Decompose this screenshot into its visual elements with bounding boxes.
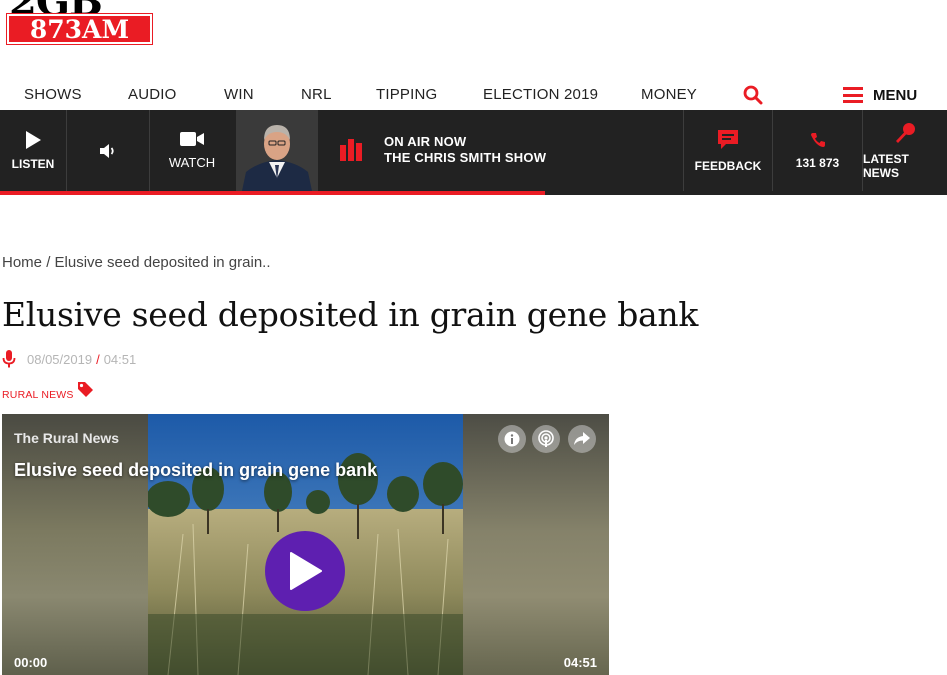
- watch-label: WATCH: [168, 155, 216, 170]
- meta-separator: /: [96, 351, 100, 367]
- nav-item-audio[interactable]: AUDIO: [128, 86, 177, 103]
- nav-item-win[interactable]: WIN: [224, 86, 254, 103]
- video-blur-left: [2, 414, 148, 675]
- feedback-button[interactable]: FEEDBACK: [684, 110, 772, 191]
- on-air-label: ON AIR NOW: [384, 134, 467, 149]
- site-logo[interactable]: 2GB 873AM: [6, 0, 153, 46]
- microphone-icon: [896, 122, 915, 143]
- listen-button[interactable]: LISTEN: [0, 110, 66, 191]
- microphone-icon: [2, 350, 16, 368]
- listen-progress-bar: [0, 191, 545, 195]
- logo-top-text: 2GB: [9, 0, 103, 14]
- latest-news-label: LATEST NEWS: [863, 151, 909, 180]
- live-player-bar: LISTEN WATCH ON AIR NOW THE CHRIS SMITH …: [0, 110, 947, 195]
- video-current-time: 00:00: [14, 655, 48, 670]
- bars-icon: [340, 139, 362, 161]
- video-blur-right: [463, 414, 609, 675]
- video-play-button[interactable]: [265, 531, 345, 611]
- on-air-now[interactable]: ON AIR NOW THE CHRIS SMITH SHOW: [340, 134, 546, 166]
- page-title: Elusive seed deposited in grain gene ban…: [2, 295, 699, 334]
- video-total-time: 04:51: [563, 655, 597, 670]
- video-camera-icon: [180, 132, 204, 146]
- nav-item-nrl[interactable]: NRL: [301, 86, 332, 103]
- video-title: Elusive seed deposited in grain gene ban…: [14, 460, 378, 480]
- play-icon: [26, 130, 41, 149]
- article-duration: 04:51: [103, 351, 137, 367]
- article-tag[interactable]: RURAL NEWS: [2, 380, 94, 401]
- video-channel: The Rural News: [14, 430, 120, 446]
- phone-button[interactable]: 131 873: [773, 110, 862, 191]
- watch-button[interactable]: WATCH: [150, 110, 234, 191]
- volume-button[interactable]: [67, 110, 149, 191]
- logo-bottom: 873AM: [6, 13, 153, 45]
- host-photo: [236, 110, 318, 191]
- phone-label: 131 873: [795, 155, 840, 170]
- nav-item-money[interactable]: MONEY: [641, 86, 697, 103]
- nav-item-tipping[interactable]: TIPPING: [376, 86, 437, 103]
- listen-label: LISTEN: [11, 156, 55, 171]
- logo-frequency: 873AM: [29, 14, 130, 44]
- nav-item-election-2019[interactable]: ELECTION 2019: [483, 86, 598, 103]
- volume-icon: [100, 143, 114, 158]
- breadcrumb-separator: /: [46, 254, 51, 271]
- menu-button[interactable]: MENU: [843, 84, 917, 106]
- info-icon[interactable]: [498, 425, 526, 453]
- nav-item-shows[interactable]: SHOWS: [24, 86, 82, 103]
- video-player[interactable]: The Rural News Elusive seed deposited in…: [2, 414, 609, 675]
- logo-top: 2GB: [7, 0, 152, 14]
- hamburger-icon: [843, 87, 863, 103]
- article-meta: 08/05/2019 / 04:51: [2, 350, 136, 368]
- breadcrumb: Home / Elusive seed deposited in grain..: [2, 254, 271, 271]
- main-nav: SHOWS AUDIO WIN NRL TIPPING ELECTION 201…: [0, 78, 947, 110]
- article-date: 08/05/2019: [27, 351, 93, 367]
- breadcrumb-current: Elusive seed deposited in grain..: [54, 254, 271, 271]
- feedback-label: FEEDBACK: [694, 158, 762, 173]
- breadcrumb-home[interactable]: Home: [2, 254, 42, 271]
- podcast-icon[interactable]: [532, 425, 560, 453]
- chat-bubble-icon: [718, 129, 738, 149]
- menu-label: MENU: [873, 86, 918, 104]
- latest-news-button[interactable]: LATEST NEWS: [863, 110, 947, 191]
- tag-icon: [77, 382, 93, 397]
- phone-icon: [810, 132, 825, 147]
- show-name: THE CHRIS SMITH SHOW: [384, 150, 547, 165]
- tag-label[interactable]: RURAL NEWS: [2, 389, 74, 401]
- play-icon: [290, 552, 322, 590]
- search-icon[interactable]: [743, 85, 763, 105]
- share-icon[interactable]: [568, 425, 596, 453]
